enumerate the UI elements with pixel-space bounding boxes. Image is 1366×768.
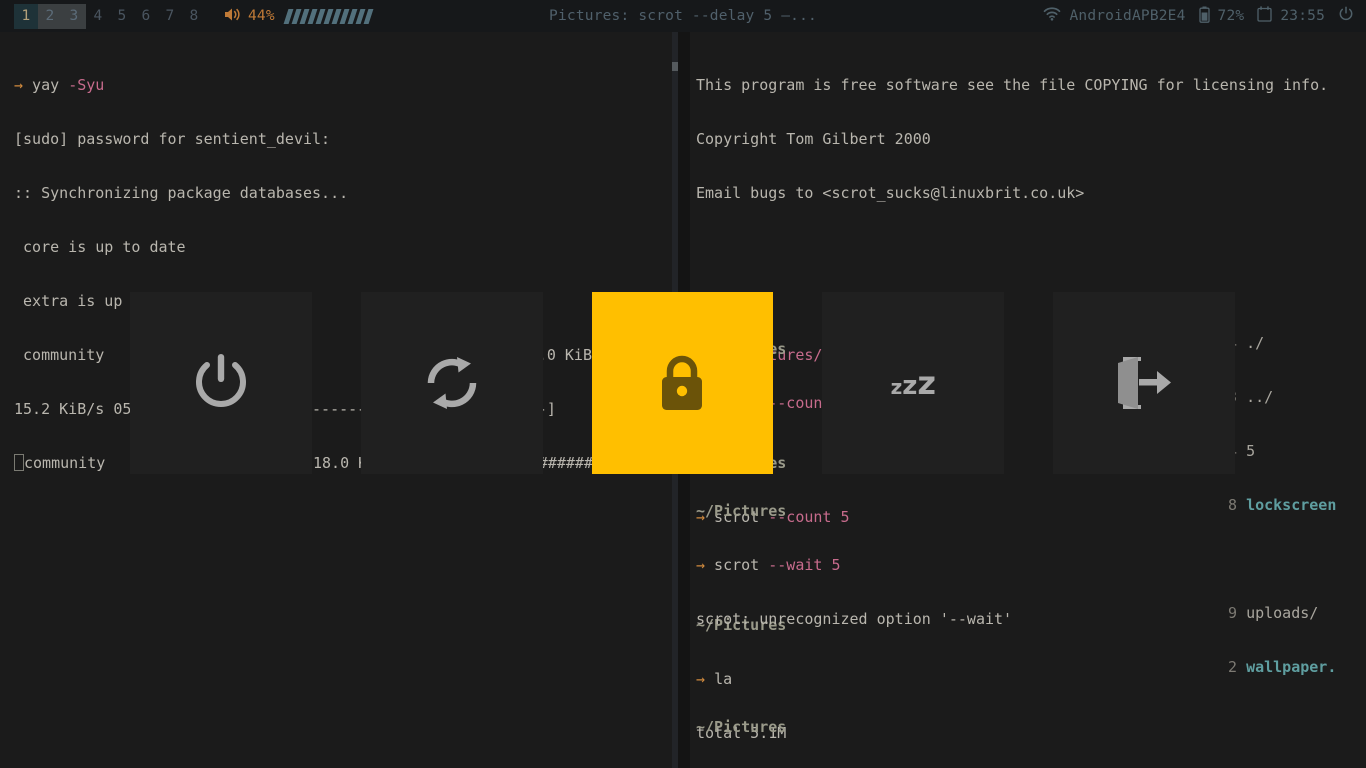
file-list-item: 4 5 <box>1228 442 1256 460</box>
workspace-button-2[interactable]: 2 <box>38 3 62 29</box>
power-menu-item-reboot[interactable] <box>360 292 543 474</box>
terminal-blank <box>696 238 1366 256</box>
volume-bars <box>283 8 374 24</box>
refresh-icon <box>421 355 483 411</box>
workspace-button-1[interactable]: 1 <box>14 3 38 29</box>
terminal-line: → yay -Syu <box>14 76 105 94</box>
wifi-icon <box>1043 7 1061 25</box>
power-menu-item-shutdown[interactable] <box>130 292 312 474</box>
terminal-line-arg: -Syu <box>68 76 105 94</box>
power-menu-item-suspend[interactable]: zzz <box>822 292 1005 474</box>
logout-door-icon <box>1115 355 1173 411</box>
desktop-screen: 1 2 3 4 5 6 7 8 44% Pictures: scrot --de… <box>0 0 1366 768</box>
workspace-button-8[interactable]: 8 <box>182 4 206 29</box>
system-tray: AndroidAPB2E4 72% 23:55 <box>1043 0 1354 32</box>
battery-percent: 72% <box>1217 8 1245 24</box>
file-list-item: 3 ../ <box>1228 388 1274 406</box>
battery-icon <box>1198 6 1210 27</box>
workspace-button-4[interactable]: 4 <box>86 4 110 29</box>
lock-icon <box>655 352 709 414</box>
file-list-gap <box>1228 550 1366 568</box>
wifi-indicator[interactable]: AndroidAPB2E4 <box>1043 7 1185 25</box>
terminal-line: [sudo] password for sentient_devil: <box>14 130 331 148</box>
workspace-button-5[interactable]: 5 <box>110 4 134 29</box>
status-bar: 1 2 3 4 5 6 7 8 44% Pictures: scrot --de… <box>0 0 1366 32</box>
battery-indicator[interactable]: 72% <box>1198 6 1245 27</box>
clock-time: 23:55 <box>1280 8 1325 24</box>
power-menu-item-logout[interactable] <box>1053 292 1235 474</box>
terminal-line: This program is free software see the fi… <box>696 76 1329 94</box>
clock-indicator[interactable]: 23:55 <box>1257 6 1325 26</box>
terminal-cursor <box>14 454 24 471</box>
terminal-line: Email bugs to <scrot_sucks@linuxbrit.co.… <box>696 184 1085 202</box>
file-list-item: 4 ./ <box>1228 334 1265 352</box>
file-list-gap <box>1228 712 1366 730</box>
workspace-button-7[interactable]: 7 <box>158 4 182 29</box>
power-icon[interactable] <box>1338 6 1354 26</box>
power-menu-item-lock[interactable] <box>591 292 774 474</box>
power-menu[interactable]: zzz <box>130 292 1235 474</box>
terminal-line: Copyright Tom Gilbert 2000 <box>696 130 931 148</box>
wifi-ssid: AndroidAPB2E4 <box>1069 8 1186 24</box>
sleep-zzz-icon: zzz <box>890 364 936 402</box>
power-icon <box>191 352 251 414</box>
calendar-icon <box>1257 6 1272 26</box>
file-list-item: 2 wallpaper. <box>1228 658 1337 676</box>
file-list-item: 8 lockscreen <box>1228 496 1337 514</box>
terminal-line: core is up to date <box>14 238 186 256</box>
volume-percent: 44% <box>248 8 275 24</box>
speaker-icon <box>224 7 241 26</box>
workspace-button-6[interactable]: 6 <box>134 4 158 29</box>
workspace-switcher[interactable]: 1 2 3 4 5 6 7 8 <box>14 0 206 32</box>
volume-indicator[interactable]: 44% <box>224 7 374 26</box>
file-list-item: 9 uploads/ <box>1228 604 1319 622</box>
workspace-button-3[interactable]: 3 <box>62 3 86 29</box>
file-listing-column: 4 ./ 3 ../ 4 5 8 lockscreen 9 uploads/ 2… <box>1228 298 1366 768</box>
terminal-line: :: Synchronizing package databases... <box>14 184 349 202</box>
